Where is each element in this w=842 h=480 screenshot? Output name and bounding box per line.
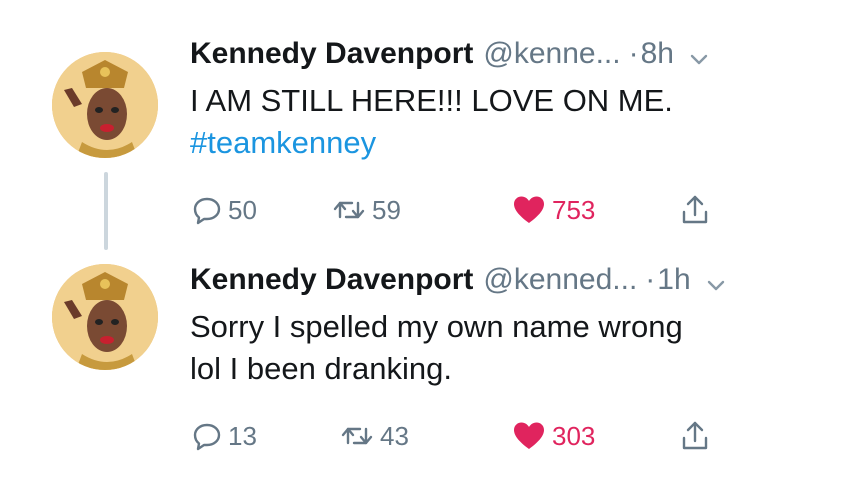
timestamp[interactable]: 1h [657,262,690,298]
chevron-down-icon[interactable] [705,269,727,291]
like-button[interactable]: 753 [512,190,595,230]
avatar[interactable] [52,264,158,370]
retweet-icon [333,201,365,219]
avatar-image [52,52,158,158]
reply-button[interactable]: 13 [192,416,257,456]
share-icon [682,195,708,224]
tweet-header: Kennedy Davenport @kenned... · 1h [190,262,727,298]
tweet-2[interactable]: Kennedy Davenport @kenned... · 1h Sorry … [0,250,842,480]
like-button[interactable]: 303 [512,416,595,456]
heart-icon [514,196,544,223]
retweet-count: 43 [380,420,409,451]
tweet-body-line-1: Sorry I spelled my own name wrong [190,309,683,344]
author-handle[interactable]: @kenned... [483,262,637,298]
author-handle[interactable]: @kenne... [483,36,620,72]
action-bar: 50 59 753 [190,190,750,230]
heart-icon [514,422,544,449]
retweet-button[interactable]: 43 [340,416,409,456]
retweet-icon [341,427,373,445]
author-name[interactable]: Kennedy Davenport [190,262,473,298]
avatar-image [52,264,158,370]
share-button[interactable] [680,190,710,230]
tweet-header: Kennedy Davenport @kenne... · 8h [190,36,710,72]
separator-dot: · [645,263,656,296]
tweet-body-line-2: lol I been dranking. [190,351,452,386]
separator-dot: · [628,37,639,70]
share-button[interactable] [680,416,710,456]
hashtag-link[interactable]: #teamkenney [190,122,810,164]
tweet-body: I AM STILL HERE!!! LOVE ON ME. [190,83,673,118]
reply-count: 50 [228,194,257,225]
retweet-count: 59 [372,194,401,225]
like-count: 303 [552,420,596,451]
retweet-button[interactable]: 59 [332,190,401,230]
thread-line [104,172,108,250]
reply-button[interactable]: 50 [192,190,257,230]
chevron-down-icon[interactable] [688,43,710,65]
tweet-text: I AM STILL HERE!!! LOVE ON ME. #teamkenn… [190,80,810,164]
reply-icon [193,423,221,451]
tweet-text: Sorry I spelled my own name wrong lol I … [190,306,810,390]
action-bar: 13 43 303 [190,416,750,456]
tweet-1[interactable]: Kennedy Davenport @kenne... · 8h I AM ST… [0,0,842,250]
share-icon [682,421,708,450]
like-count: 753 [552,194,596,225]
author-name[interactable]: Kennedy Davenport [190,36,473,72]
reply-icon [193,197,221,225]
avatar[interactable] [52,52,158,158]
timestamp[interactable]: 8h [641,36,674,72]
reply-count: 13 [228,420,257,451]
